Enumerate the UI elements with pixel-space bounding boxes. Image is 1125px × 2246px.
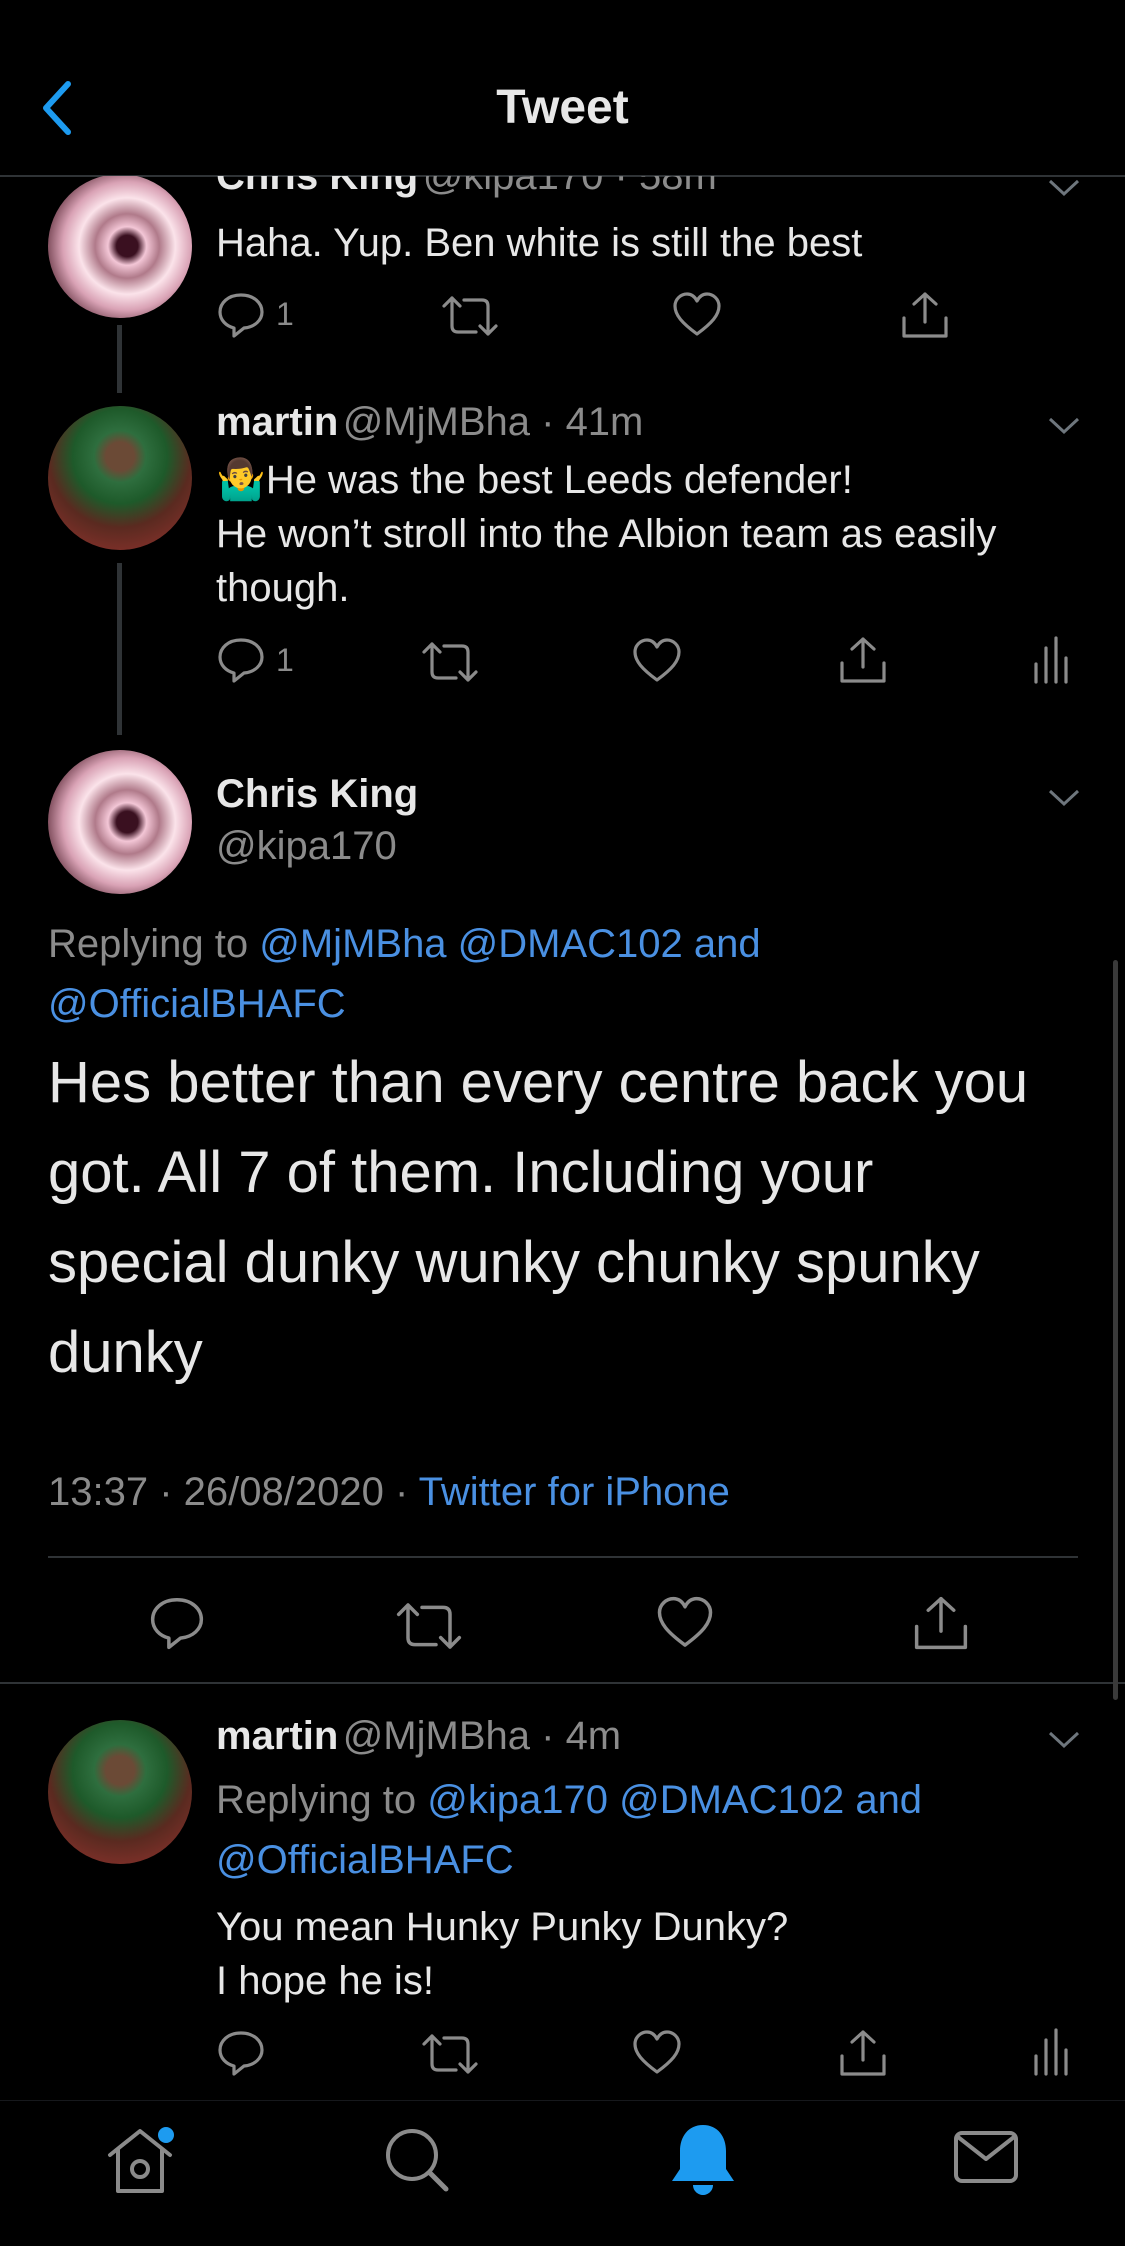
replying-to-label: Replying to	[48, 922, 249, 966]
share-icon[interactable]	[838, 2028, 888, 2078]
reply-count: 1	[276, 642, 294, 678]
author-handle: @MjMBha	[342, 400, 531, 444]
scrollbar[interactable]	[1113, 960, 1118, 1700]
author-name[interactable]: Chris King	[216, 176, 418, 198]
tab-messages[interactable]	[952, 2127, 1020, 2187]
notifications-icon	[672, 2125, 734, 2195]
author-handle[interactable]: @kipa170	[216, 824, 397, 869]
tweet-text-line: You mean Hunky Punky Dunky?	[216, 1905, 789, 1949]
header: Tweet	[0, 0, 1125, 177]
tweet-text-line: got. All 7 of them. Including your	[48, 1140, 874, 1205]
retweet-icon[interactable]	[396, 1598, 462, 1654]
reply-icon[interactable]	[148, 1594, 206, 1652]
share-icon[interactable]	[912, 1594, 970, 1652]
tweet-text-line: dunky	[48, 1320, 203, 1385]
chevron-down-icon[interactable]	[1047, 178, 1081, 198]
avatar[interactable]	[48, 750, 192, 894]
messages-icon	[954, 2131, 1018, 2183]
tweet-text-line: He was the best Leeds defender!	[265, 458, 853, 502]
avatar[interactable]	[48, 1720, 192, 1864]
avatar[interactable]	[48, 176, 192, 318]
tweet-text-line: Hes better than every centre back you	[48, 1050, 1029, 1115]
tweet-1[interactable]: Chris King @kipa170 · 58m Haha. Yup. Ben…	[0, 176, 1125, 376]
main-tweet: Chris King @kipa170 Replying to @MjMBha …	[0, 748, 1125, 1683]
like-icon[interactable]	[632, 2030, 682, 2076]
share-icon[interactable]	[900, 290, 950, 340]
divider	[0, 1682, 1125, 1684]
tweet-timestamp: 13:37 · 26/08/2020 ·	[48, 1470, 409, 1514]
replying-to-label: Replying to	[216, 1778, 417, 1822]
reply-icon[interactable]	[216, 290, 266, 340]
analytics-icon[interactable]	[1032, 636, 1068, 684]
chevron-down-icon[interactable]	[1047, 788, 1081, 808]
replying-to-handle[interactable]: @OfficialBHAFC	[48, 974, 1088, 1034]
tab-notifications[interactable]	[668, 2119, 738, 2199]
share-icon[interactable]	[838, 635, 888, 685]
avatar[interactable]	[48, 406, 192, 550]
retweet-icon[interactable]	[422, 2030, 478, 2078]
tweet-time: 4m	[565, 1714, 622, 1758]
tweet-text-line: special dunky wunky chunky spunky	[48, 1230, 980, 1295]
reply-icon[interactable]	[216, 2028, 266, 2078]
tweet-text-line: I hope he is!	[216, 1959, 434, 2003]
author-handle: @kipa170	[422, 176, 604, 198]
tweet-time: 41m	[565, 400, 644, 444]
tweet-time: 58m	[638, 176, 717, 198]
analytics-icon[interactable]	[1032, 2028, 1068, 2076]
like-icon[interactable]	[632, 638, 682, 684]
retweet-icon[interactable]	[442, 292, 498, 340]
like-icon[interactable]	[656, 1596, 714, 1650]
author-name[interactable]: martin	[216, 1714, 338, 1758]
shrug-emoji: 🤷‍♂️	[216, 458, 266, 502]
thread-line	[117, 563, 122, 735]
notification-dot	[158, 2127, 174, 2143]
reply-count: 1	[276, 296, 294, 332]
divider	[48, 1556, 1078, 1558]
thread-line	[117, 325, 122, 393]
tab-bar	[0, 2100, 1125, 2246]
replying-to-handle[interactable]: @OfficialBHAFC	[216, 1830, 1096, 1890]
reply-icon[interactable]	[216, 635, 266, 685]
chevron-down-icon[interactable]	[1047, 416, 1081, 436]
like-icon[interactable]	[672, 292, 722, 338]
tab-search[interactable]	[382, 2125, 452, 2195]
tweet-source-link[interactable]: Twitter for iPhone	[419, 1470, 730, 1514]
tweet-text-line: He won’t stroll into the Albion team as …	[216, 512, 997, 556]
tweet-2[interactable]: martin @MjMBha · 41m 🤷‍♂️He was the best…	[0, 400, 1125, 750]
author-name[interactable]: martin	[216, 400, 338, 444]
author-handle: @MjMBha	[342, 1714, 531, 1758]
chevron-down-icon[interactable]	[1047, 1730, 1081, 1750]
page-title: Tweet	[496, 81, 629, 134]
tweet-text: Haha. Yup. Ben white is still the best	[216, 221, 863, 265]
tweet-text-line: though.	[216, 566, 350, 610]
tweet-3[interactable]: martin @MjMBha · 4m Replying to @kipa170…	[0, 1700, 1125, 2020]
author-name[interactable]: Chris King	[216, 772, 418, 817]
search-icon	[386, 2129, 449, 2192]
replying-to-handles[interactable]: @MjMBha @DMAC102 and	[259, 922, 760, 966]
replying-to-handles[interactable]: @kipa170 @DMAC102 and	[427, 1778, 922, 1822]
tab-home[interactable]	[100, 2119, 180, 2199]
retweet-icon[interactable]	[422, 638, 478, 686]
